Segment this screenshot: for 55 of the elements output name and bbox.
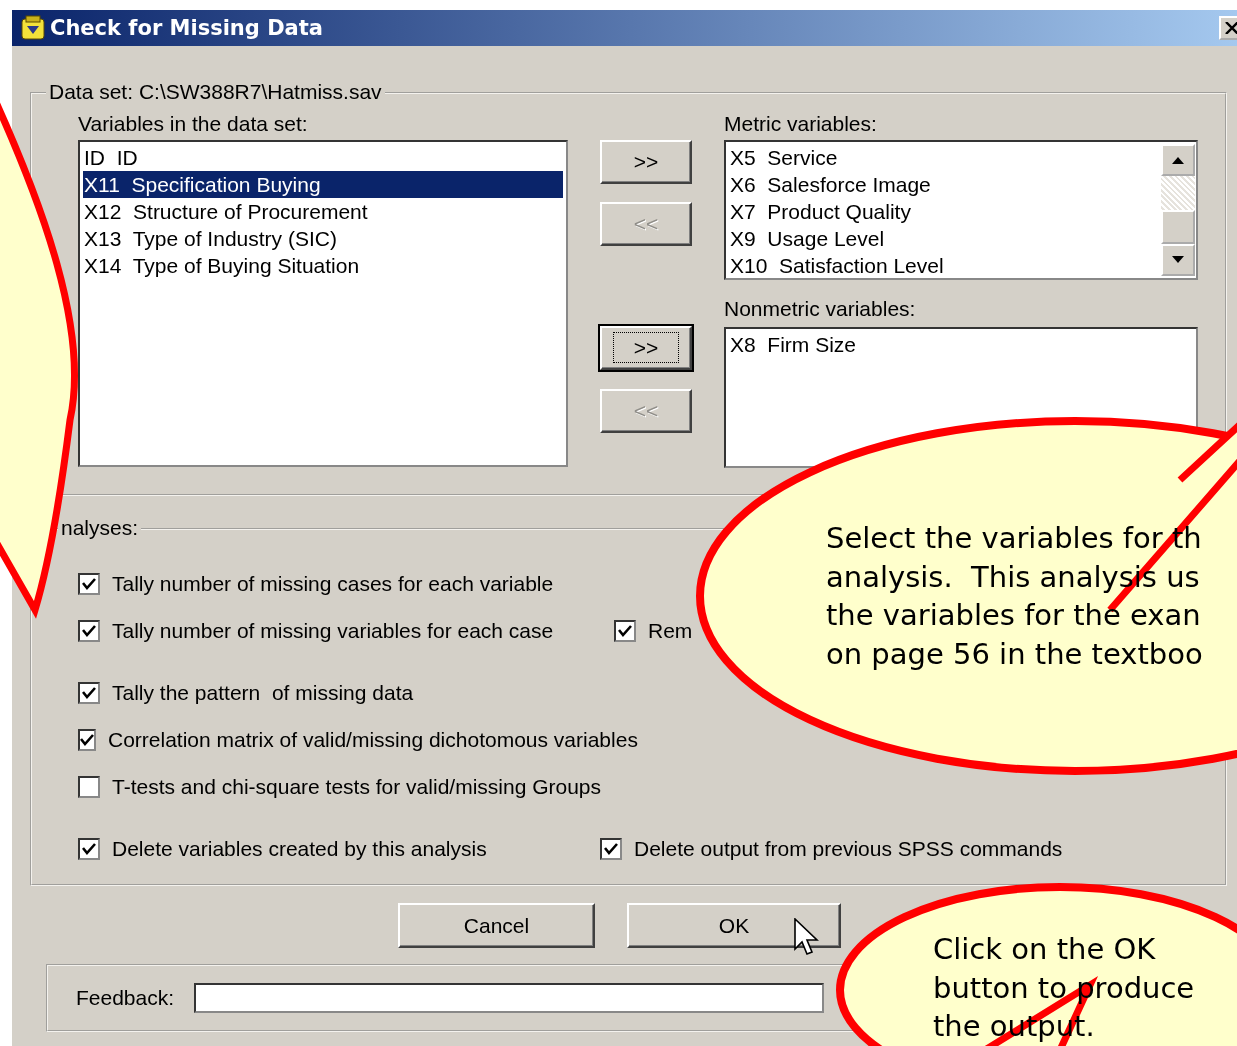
checkbox-label: Tally the pattern of missing data: [112, 680, 414, 705]
check-icon: [82, 577, 96, 590]
variable-list[interactable]: X5 Service X6 Salesforce Image X7 Product Quality X9 Usage Level X10 Satisfaction Level: [724, 140, 1198, 280]
checkbox[interactable]: [78, 619, 100, 642]
checkbox[interactable]: [614, 619, 636, 642]
checkbox-label: Tally number of missing variables for each case: [112, 618, 554, 643]
checkbox[interactable]: [78, 728, 96, 751]
list-label: Metric variables:: [724, 112, 878, 137]
close-icon: [1225, 22, 1237, 34]
list-item[interactable]: X11 Specification Buying: [83, 171, 563, 198]
list-item[interactable]: X9 Usage Level: [729, 225, 1161, 252]
list-item[interactable]: ID ID: [83, 144, 563, 171]
checkbox-label: Correlation matrix of valid/missing dichotomous variables: [108, 727, 638, 752]
list-item[interactable]: X10 Satisfaction Level: [729, 252, 1161, 279]
scroll-up-button[interactable]: [1161, 144, 1195, 177]
check-icon: [80, 733, 94, 746]
checkbox-label: Tally number of missing cases for each variable: [112, 571, 554, 596]
move-button[interactable]: >>: [600, 140, 692, 184]
list-item[interactable]: X5 Service: [729, 144, 1161, 171]
list-item[interactable]: X12 Structure of Procurement: [83, 198, 563, 225]
cancel-button[interactable]: Cancel: [398, 903, 595, 948]
up-arrow-icon: [1172, 156, 1184, 164]
feedback-field[interactable]: [194, 983, 825, 1013]
variable-list[interactable]: ID ID X11 Specification Buying X12 Structure of Procurement X13 Type of Industry (SIC) X14 Type of Buying Situation: [78, 140, 568, 467]
check-icon: [82, 686, 96, 699]
checkbox[interactable]: [600, 837, 622, 860]
list-item[interactable]: X14 Type of Buying Situation: [83, 252, 563, 279]
scroll-down-button[interactable]: [1161, 243, 1195, 276]
checkbox[interactable]: [78, 681, 100, 704]
check-icon: [618, 624, 632, 637]
app-icon: [20, 15, 46, 41]
checkbox[interactable]: [78, 775, 100, 798]
move-button[interactable]: >>: [600, 326, 692, 370]
ok-button[interactable]: OK: [627, 903, 841, 948]
down-arrow-icon: [1172, 256, 1184, 264]
list-label: Variables in the data set:: [78, 112, 309, 137]
checkbox-label: Rem: [648, 618, 693, 643]
check-icon: [82, 624, 96, 637]
list-item[interactable]: X13 Type of Industry (SIC): [83, 225, 563, 252]
check-icon: [82, 842, 96, 855]
checkbox-label: Delete output from previous SPSS commands: [634, 836, 1063, 861]
window-title: Check for Missing Data: [50, 16, 323, 40]
list-item[interactable]: X7 Product Quality: [729, 198, 1161, 225]
list-item[interactable]: X6 Salesforce Image: [729, 171, 1161, 198]
list-label: Nonmetric variables:: [724, 297, 917, 322]
scroll-thumb[interactable]: [1161, 209, 1195, 244]
list-item[interactable]: X8 Firm Size: [729, 331, 1193, 358]
check-icon: [604, 842, 618, 855]
feedback-label: Feedback:: [76, 986, 175, 1010]
checkbox[interactable]: [78, 837, 100, 860]
checkbox-label: T-tests and chi-square tests for valid/missing Groups: [112, 774, 602, 799]
cursor-icon: [794, 918, 820, 958]
checkbox-label: Delete variables created by this analysis: [112, 836, 487, 861]
checkbox[interactable]: [78, 572, 100, 595]
scrollbar[interactable]: [1161, 144, 1195, 276]
